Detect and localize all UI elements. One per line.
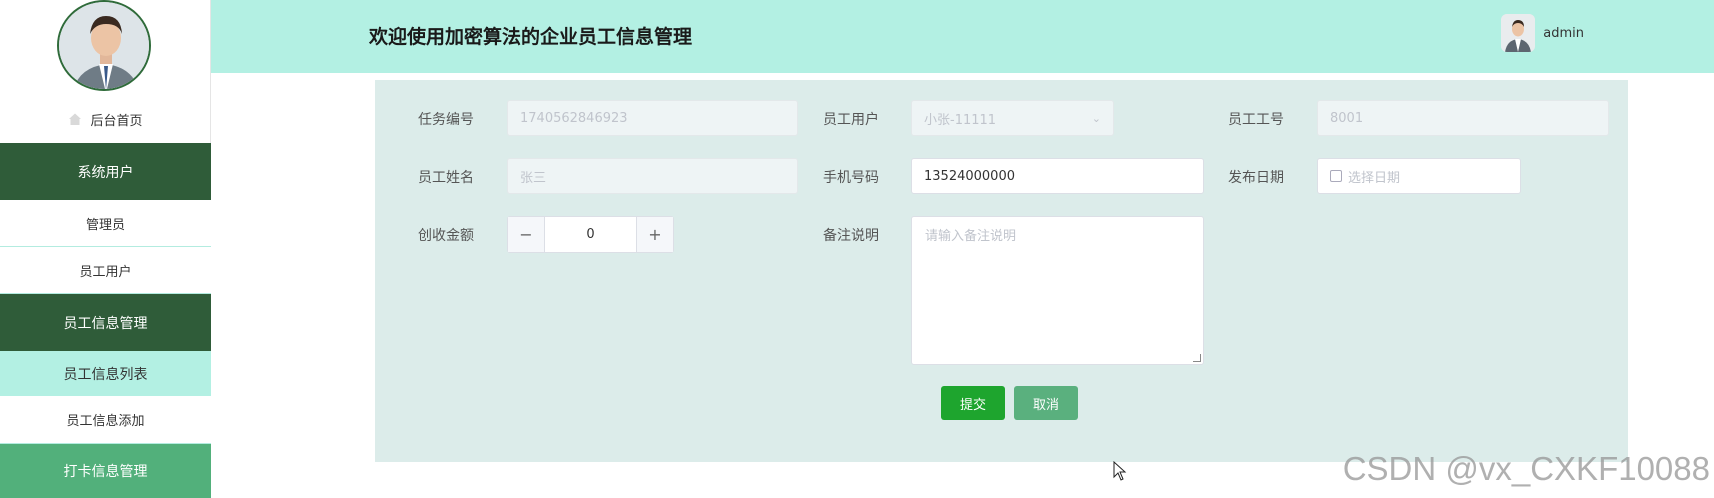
chevron-down-icon: ⌄ [1091, 111, 1101, 125]
revenue-input[interactable]: 0 [545, 217, 636, 252]
employee-user-label: 员工用户 [823, 112, 879, 128]
sidebar-item-employee-list[interactable]: 员工信息列表 [0, 351, 211, 396]
sidebar-item-label: 员工用户 [79, 264, 132, 280]
user-avatar [1501, 14, 1536, 52]
employee-name-label: 员工姓名 [418, 170, 474, 186]
mouse-cursor-icon [1113, 461, 1127, 481]
remark-textarea[interactable]: 请输入备注说明 [911, 216, 1204, 365]
sidebar-item-label: 员工信息列表 [63, 366, 148, 383]
username-label: admin [1543, 25, 1584, 41]
calendar-icon [1330, 170, 1342, 182]
top-header: 欢迎使用加密算法的企业员工信息管理 admin [211, 0, 1714, 73]
phone-value: 13524000000 [924, 168, 1015, 184]
sidebar-group-employee-info[interactable]: 员工信息管理 [0, 294, 211, 351]
avatar [57, 0, 151, 91]
employee-user-select[interactable]: 小张-11111 ⌄ [911, 100, 1114, 136]
employee-name-value: 张三 [520, 170, 547, 186]
phone-input[interactable]: 13524000000 [911, 158, 1204, 194]
resize-grip-icon[interactable] [1193, 354, 1201, 362]
employee-name-field: 张三 [507, 158, 798, 194]
page-title: 欢迎使用加密算法的企业员工信息管理 [369, 26, 693, 48]
sidebar-home-label: 后台首页 [90, 113, 143, 129]
remark-placeholder: 请输入备注说明 [925, 229, 1017, 244]
submit-button[interactable]: 提交 [941, 386, 1005, 420]
revenue-label: 创收金额 [418, 228, 474, 244]
employee-no-field: 8001 [1317, 100, 1609, 136]
sidebar-item-label: 员工信息添加 [66, 414, 145, 429]
task-no-value: 1740562846923 [520, 110, 628, 126]
publish-date-picker[interactable]: 选择日期 [1317, 158, 1521, 194]
remark-label: 备注说明 [823, 228, 879, 244]
employee-form-panel: 任务编号 1740562846923 员工用户 小张-11111 ⌄ 员工工号 … [375, 80, 1628, 462]
watermark: CSDN @vx_CXKF10088 [1342, 450, 1710, 487]
employee-user-value: 小张-11111 [924, 112, 997, 128]
avatar-portrait-icon [59, 2, 149, 89]
sidebar: 后台首页 系统用户 管理员 员工用户 员工信息管理 员工信息列表 员工信息添加 … [0, 0, 211, 498]
cancel-button[interactable]: 取消 [1014, 386, 1078, 420]
user-avatar-icon [1501, 14, 1536, 52]
task-no-label: 任务编号 [418, 112, 474, 128]
sidebar-item-employee-users[interactable]: 员工用户 [0, 247, 211, 294]
phone-label: 手机号码 [823, 170, 879, 186]
sidebar-group-attendance[interactable]: 打卡信息管理 [0, 444, 211, 498]
user-menu[interactable]: admin [1501, 14, 1584, 52]
sidebar-item-employee-add[interactable]: 员工信息添加 [0, 396, 211, 444]
employee-no-label: 员工工号 [1228, 112, 1284, 128]
sidebar-item-label: 打卡信息管理 [63, 464, 148, 480]
publish-date-label: 发布日期 [1228, 170, 1284, 186]
increment-button[interactable]: + [636, 217, 673, 252]
decrement-button[interactable]: − [508, 217, 545, 252]
revenue-stepper: − 0 + [507, 216, 674, 253]
sidebar-home[interactable]: 后台首页 [0, 106, 211, 132]
sidebar-group-system-users[interactable]: 系统用户 [0, 143, 211, 200]
sidebar-item-admin[interactable]: 管理员 [0, 200, 211, 247]
home-icon [69, 113, 82, 125]
employee-no-value: 8001 [1330, 110, 1364, 126]
sidebar-item-label: 系统用户 [77, 164, 134, 181]
sidebar-item-label: 管理员 [85, 217, 125, 233]
app-root: 后台首页 系统用户 管理员 员工用户 员工信息管理 员工信息列表 员工信息添加 … [0, 0, 1714, 498]
publish-date-placeholder: 选择日期 [1348, 170, 1401, 186]
sidebar-item-label: 员工信息管理 [63, 315, 148, 332]
task-no-field: 1740562846923 [507, 100, 798, 136]
